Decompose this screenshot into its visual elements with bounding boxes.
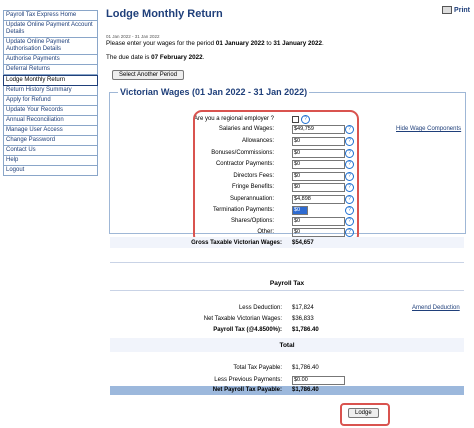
printer-icon: [442, 6, 453, 14]
gross-wages-value: $54,657: [292, 240, 314, 246]
divider: [110, 290, 464, 291]
net-payable-value: $1,786.40: [292, 387, 319, 393]
due-period: .: [202, 54, 205, 61]
payroll-tax-label: Payroll Tax (@4.8500%):: [213, 327, 282, 333]
main-content: Lodge Monthly Return: [106, 8, 466, 20]
amend-deduction-link[interactable]: Amend Deduction: [412, 305, 460, 311]
page-title: Lodge Monthly Return: [106, 8, 223, 20]
highlight-outline: [193, 110, 359, 244]
net-payable-band: [110, 386, 464, 395]
sidebar-item-deferral-returns[interactable]: Deferral Returns: [3, 65, 98, 75]
payroll-tax-value: $1,786.40: [292, 327, 319, 333]
intro-from-date: 01 January 2022: [215, 40, 265, 47]
sidebar-nav: Payroll Tax Express Home Update Online P…: [3, 10, 98, 176]
intro-period: .: [322, 40, 324, 47]
victorian-wages-legend: Victorian Wages (01 Jan 2022 - 31 Jan 20…: [118, 87, 310, 97]
sidebar-item-authorise-payments[interactable]: Authorise Payments: [3, 55, 98, 65]
sidebar-item-help[interactable]: Help: [3, 156, 98, 166]
print-label: Print: [454, 6, 470, 14]
total-tax-label: Total Tax Payable:: [233, 365, 282, 371]
period-caption: 01 Jan 2022 - 31 Jan 2022: [106, 34, 160, 39]
divider: [110, 262, 464, 263]
sidebar-item-contact-us[interactable]: Contact Us: [3, 146, 98, 156]
total-title: Total: [279, 342, 295, 349]
sidebar-item-apply-refund[interactable]: Apply for Refund: [3, 96, 98, 106]
sidebar-item-update-payment-account[interactable]: Update Online Payment Account Details: [3, 21, 98, 38]
lodge-button[interactable]: Lodge: [348, 408, 379, 418]
less-deduction-value: $17,824: [292, 305, 314, 311]
net-taxable-value: $36,833: [292, 316, 314, 322]
less-deduction-label: Less Deduction:: [238, 305, 282, 311]
due-prefix: The due date is: [106, 54, 152, 61]
total-tax-value: $1,786.40: [292, 365, 319, 371]
intro-to-date: 31 January 2022: [273, 40, 323, 47]
sidebar-item-lodge-monthly-return[interactable]: Lodge Monthly Return: [3, 75, 98, 86]
intro-prefix: Please enter your wages for the period: [106, 40, 216, 47]
less-previous-input[interactable]: $0.00: [292, 376, 345, 385]
net-taxable-label: Net Taxable Victorian Wages:: [203, 316, 282, 322]
sidebar-item-manage-user-access[interactable]: Manage User Access: [3, 126, 98, 136]
gross-wages-band: [110, 237, 464, 248]
less-previous-label: Less Previous Payments:: [214, 377, 282, 383]
sidebar-item-home[interactable]: Payroll Tax Express Home: [3, 10, 98, 21]
net-payable-label: Net Payroll Tax Payable:: [212, 387, 282, 393]
payroll-tax-title: Payroll Tax: [269, 280, 305, 287]
sidebar-item-update-records[interactable]: Update Your Records: [3, 106, 98, 116]
hide-wage-components-link[interactable]: Hide Wage Components: [396, 126, 461, 132]
select-another-period-button[interactable]: Select Another Period: [112, 70, 185, 80]
sidebar-item-return-history[interactable]: Return History Summary: [3, 86, 98, 96]
gross-wages-label: Gross Taxable Victorian Wages:: [191, 240, 282, 246]
due-date-text: The due date is 07 February 2022.: [106, 54, 204, 61]
intro-text: Please enter your wages for the period 0…: [106, 40, 324, 47]
due-date: 07 February 2022: [151, 54, 203, 61]
print-button[interactable]: Print: [442, 6, 470, 14]
sidebar-item-logout[interactable]: Logout: [3, 166, 98, 176]
sidebar-item-update-payment-authorisation[interactable]: Update Online Payment Authorisation Deta…: [3, 38, 98, 55]
sidebar-item-change-password[interactable]: Change Password: [3, 136, 98, 146]
sidebar-item-annual-reconciliation[interactable]: Annual Reconciliation: [3, 116, 98, 126]
